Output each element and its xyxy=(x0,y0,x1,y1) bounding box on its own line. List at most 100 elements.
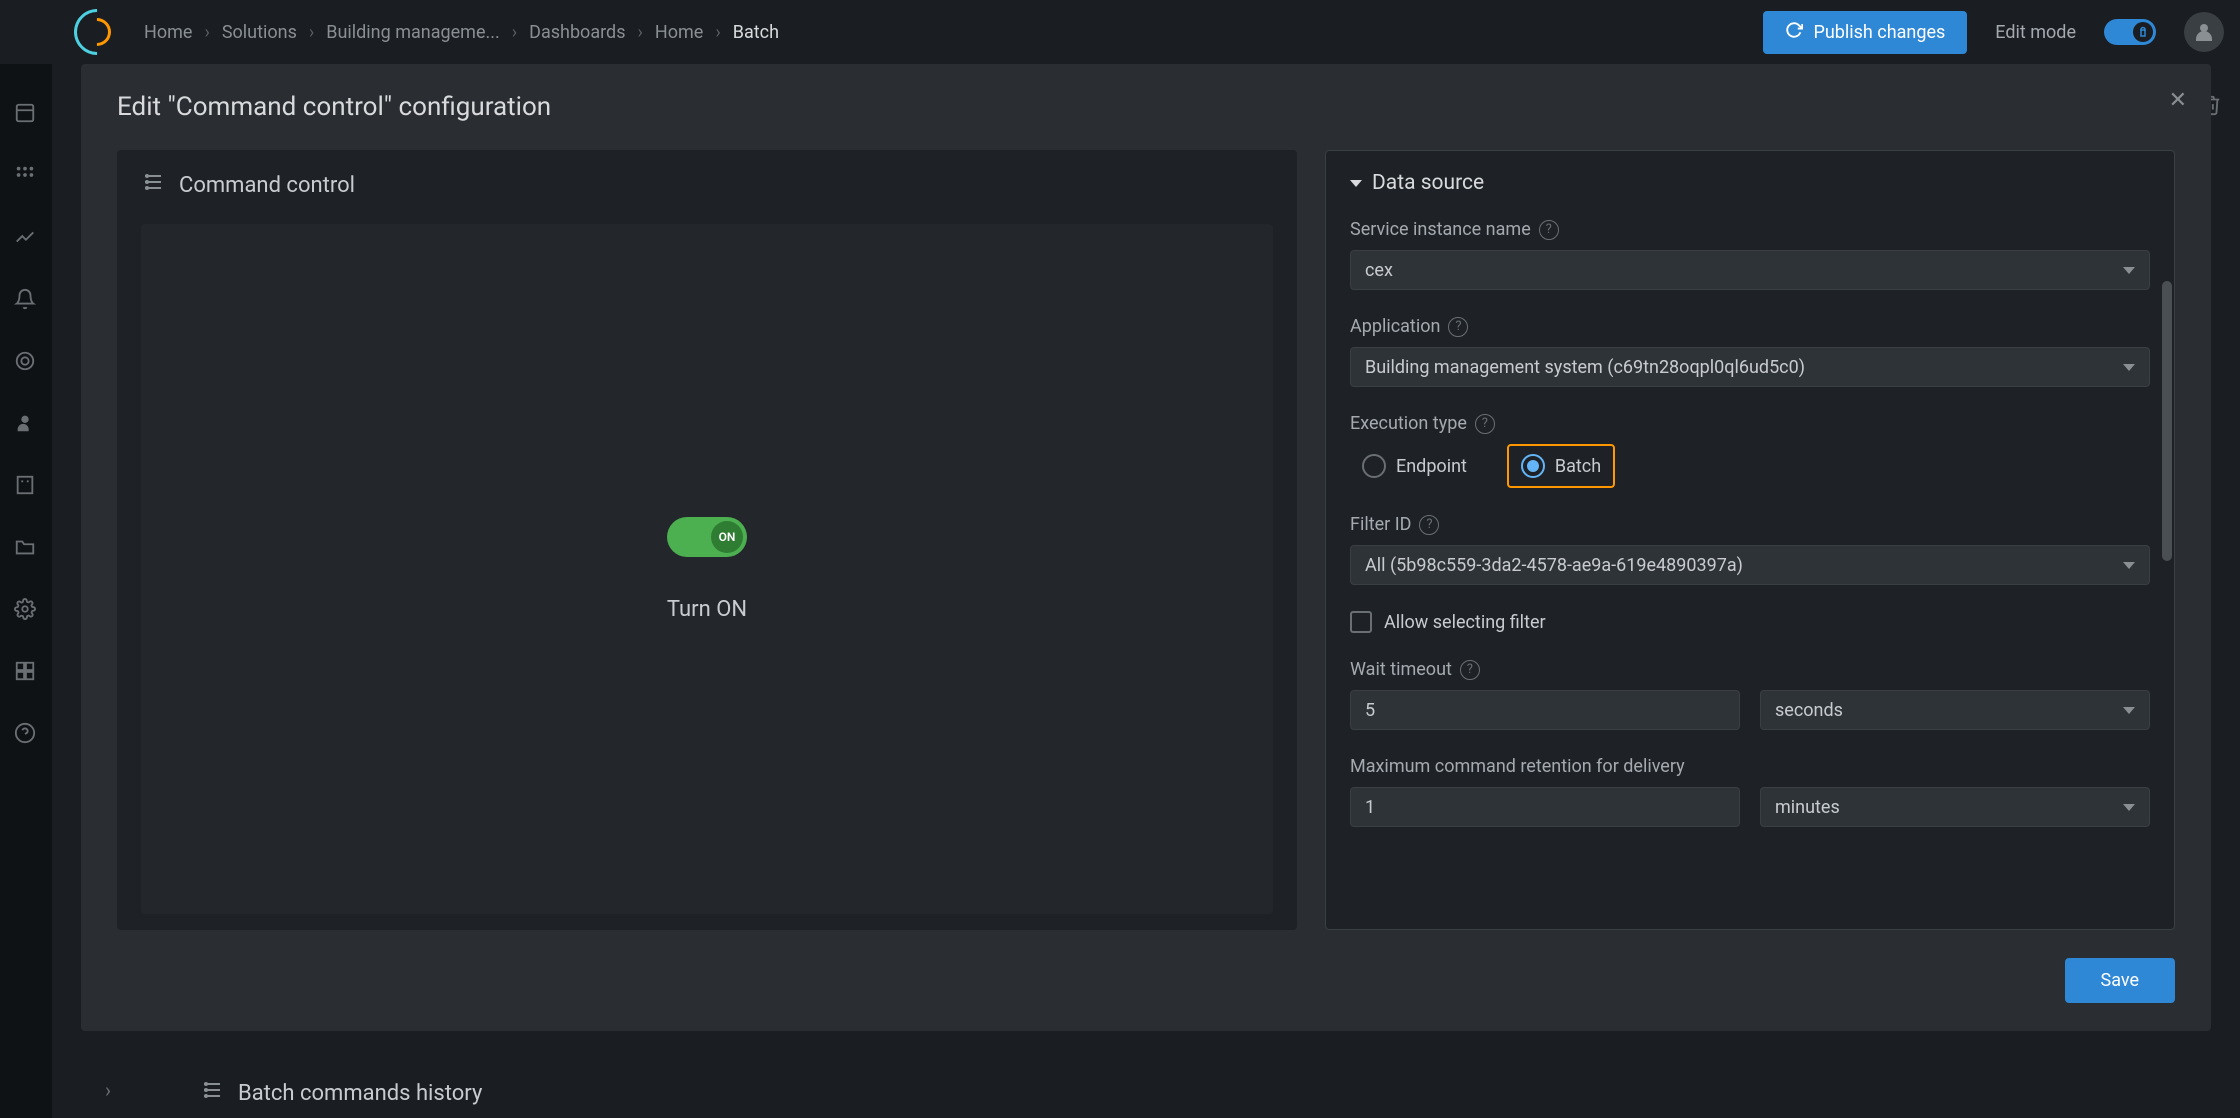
wait-timeout-input[interactable] xyxy=(1350,690,1740,730)
help-icon[interactable]: ? xyxy=(1448,317,1468,337)
chevron-right-icon: › xyxy=(204,22,209,43)
application-field: Application ? Building management system… xyxy=(1350,316,2150,387)
breadcrumb-item[interactable]: Home xyxy=(655,22,703,43)
breadcrumb-item[interactable]: Solutions xyxy=(222,22,297,43)
configuration-modal: ✕ Edit "Command control" configuration C… xyxy=(81,64,2211,1031)
building-icon[interactable] xyxy=(14,474,38,498)
select-value: All (5b98c559-3da2-4578-ae9a-619e4890397… xyxy=(1365,555,1743,576)
breadcrumb-item-current: Batch xyxy=(733,22,779,43)
execution-type-radio-group: Endpoint Batch xyxy=(1350,444,2150,488)
history-icon xyxy=(200,1078,224,1108)
users-icon[interactable] xyxy=(14,412,38,436)
execution-type-label: Execution type xyxy=(1350,413,1467,434)
chevron-down-icon xyxy=(2123,562,2135,569)
expand-sidebar-icon[interactable]: › xyxy=(105,1078,111,1102)
select-value: cex xyxy=(1365,260,1393,281)
edit-mode-toggle[interactable] xyxy=(2104,19,2156,45)
radio-label: Batch xyxy=(1555,456,1601,477)
publish-button-label: Publish changes xyxy=(1813,22,1945,43)
select-value: seconds xyxy=(1775,700,1843,721)
service-instance-label: Service instance name xyxy=(1350,219,1531,240)
wait-timeout-field: Wait timeout ? seconds xyxy=(1350,659,2150,730)
modal-title: Edit "Command control" configuration xyxy=(117,92,2175,122)
caret-down-icon xyxy=(1350,180,1362,187)
close-button[interactable]: ✕ xyxy=(2169,88,2187,113)
widget-preview-panel: Command control ON Turn ON xyxy=(117,150,1297,930)
top-bar-right: Publish changes Edit mode xyxy=(1763,11,2224,54)
puzzle-icon[interactable] xyxy=(14,660,38,684)
checkbox-box xyxy=(1350,611,1372,633)
service-instance-field: Service instance name ? cex xyxy=(1350,219,2150,290)
chevron-right-icon: › xyxy=(512,22,517,43)
radio-circle xyxy=(1362,454,1386,478)
help-icon[interactable]: ? xyxy=(1460,660,1480,680)
refresh-icon xyxy=(1785,21,1803,44)
allow-filter-checkbox[interactable]: Allow selecting filter xyxy=(1350,611,2150,633)
breadcrumb: Home › Solutions › Building manageme... … xyxy=(144,22,779,43)
app-logo[interactable] xyxy=(74,9,120,55)
bell-icon[interactable] xyxy=(14,288,38,312)
command-toggle[interactable]: ON xyxy=(667,517,747,557)
chart-icon[interactable] xyxy=(14,226,38,250)
data-source-section-header[interactable]: Data source xyxy=(1350,171,2150,195)
radio-option-batch[interactable]: Batch xyxy=(1507,444,1615,488)
field-label: Wait timeout ? xyxy=(1350,659,2150,680)
chevron-right-icon: › xyxy=(715,22,720,43)
chevron-down-icon xyxy=(2123,364,2135,371)
top-bar: Home › Solutions › Building manageme... … xyxy=(0,0,2240,64)
help-icon[interactable]: ? xyxy=(1419,515,1439,535)
breadcrumb-item[interactable]: Dashboards xyxy=(529,22,625,43)
field-label: Maximum command retention for delivery xyxy=(1350,756,2150,777)
config-panel: Data source Service instance name ? cex … xyxy=(1325,150,2175,930)
wait-timeout-row: seconds xyxy=(1350,690,2150,730)
help-icon[interactable] xyxy=(14,722,38,746)
publish-button[interactable]: Publish changes xyxy=(1763,11,1967,54)
target-icon[interactable] xyxy=(14,350,38,374)
max-retention-row: minutes xyxy=(1350,787,2150,827)
modal-overlay: ✕ Edit "Command control" configuration C… xyxy=(52,64,2240,1118)
filter-id-select[interactable]: All (5b98c559-3da2-4578-ae9a-619e4890397… xyxy=(1350,545,2150,585)
batch-history-title: Batch commands history xyxy=(238,1081,482,1106)
execution-type-field: Execution type ? Endpoint Batch xyxy=(1350,413,2150,488)
filter-id-field: Filter ID ? All (5b98c559-3da2-4578-ae9a… xyxy=(1350,514,2150,585)
field-label: Filter ID ? xyxy=(1350,514,2150,535)
chevron-down-icon xyxy=(2123,804,2135,811)
chevron-down-icon xyxy=(2123,707,2135,714)
select-value: minutes xyxy=(1775,797,1840,818)
radio-option-endpoint[interactable]: Endpoint xyxy=(1350,446,1479,486)
save-button[interactable]: Save xyxy=(2065,958,2176,1003)
service-instance-select[interactable]: cex xyxy=(1350,250,2150,290)
grid-icon[interactable] xyxy=(14,164,38,188)
edit-mode-label: Edit mode xyxy=(1995,22,2076,43)
chevron-right-icon: › xyxy=(638,22,643,43)
user-avatar[interactable] xyxy=(2184,12,2224,52)
allow-filter-field: Allow selecting filter xyxy=(1350,611,2150,633)
batch-history-header: Batch commands history xyxy=(200,1078,482,1108)
max-retention-input[interactable] xyxy=(1350,787,1740,827)
wait-timeout-unit-select[interactable]: seconds xyxy=(1760,690,2150,730)
toggle-thumb-label: ON xyxy=(711,521,743,553)
chevron-right-icon: › xyxy=(309,22,314,43)
command-control-icon xyxy=(141,170,165,200)
list-icon[interactable] xyxy=(14,102,38,126)
modal-footer: Save xyxy=(117,958,2175,1003)
application-label: Application xyxy=(1350,316,1440,337)
help-icon[interactable]: ? xyxy=(1475,414,1495,434)
max-retention-unit-select[interactable]: minutes xyxy=(1760,787,2150,827)
scrollbar[interactable] xyxy=(2162,281,2172,561)
max-retention-field: Maximum command retention for delivery m… xyxy=(1350,756,2150,827)
chevron-down-icon xyxy=(2123,267,2135,274)
select-value: Building management system (c69tn28oqpl0… xyxy=(1365,357,1805,378)
left-sidebar xyxy=(0,0,52,1118)
field-label: Service instance name ? xyxy=(1350,219,2150,240)
breadcrumb-item[interactable]: Building manageme... xyxy=(326,22,499,43)
folder-icon[interactable] xyxy=(14,536,38,560)
checkbox-label: Allow selecting filter xyxy=(1384,612,1546,633)
breadcrumb-item[interactable]: Home xyxy=(144,22,192,43)
preview-header: Command control xyxy=(141,170,1273,200)
settings-icon[interactable] xyxy=(14,598,38,622)
application-select[interactable]: Building management system (c69tn28oqpl0… xyxy=(1350,347,2150,387)
wait-timeout-label: Wait timeout xyxy=(1350,659,1452,680)
radio-label: Endpoint xyxy=(1396,456,1467,477)
help-icon[interactable]: ? xyxy=(1539,220,1559,240)
